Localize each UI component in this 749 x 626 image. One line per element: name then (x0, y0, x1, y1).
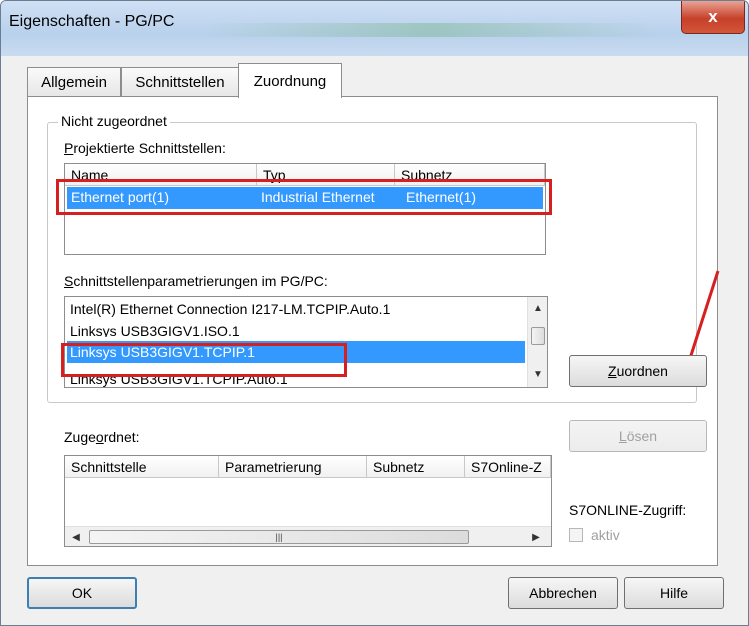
scroll-up-icon[interactable]: ▲ (528, 301, 547, 315)
list-item[interactable]: Linksys USB3GIGV1.ISO.1 (70, 323, 240, 337)
projektierte-schnittstellen-label: Projektierte Schnittstellen: (64, 140, 226, 156)
zugeordnet-label-text: Zugeordnet: (64, 429, 140, 445)
tab-panel-zuordnung: Nicht zugeordnet Projektierte Schnittste… (27, 96, 720, 566)
param-label-text: chnittstellenparametrierungen im PG/PC: (73, 273, 328, 289)
projektierte-schnittstellen-label-text: rojektierte Schnittstellen: (73, 140, 226, 156)
assigned-list-hscrollbar[interactable]: ◀ ||| ▶ (65, 526, 551, 546)
loesen-button[interactable]: Lösen (569, 420, 707, 452)
column-header-schnittstelle[interactable]: Schnittstelle (65, 456, 219, 478)
s7online-label: S7ONLINE-Zugriff: (569, 502, 687, 518)
list-item[interactable]: Intel(R) Ethernet Connection I217-LM.TCP… (70, 301, 390, 317)
aktiv-checkbox[interactable] (569, 528, 583, 542)
hscroll-thumb[interactable]: ||| (89, 530, 469, 544)
hilfe-button[interactable]: Hilfe (624, 577, 724, 609)
param-label: Schnittstellenparametrierungen im PG/PC: (64, 273, 328, 289)
zuordnen-button[interactable]: Zuordnen (569, 355, 707, 387)
ok-button[interactable]: OK (27, 577, 137, 609)
title-bar-decoration (201, 23, 661, 37)
tab-allgemein[interactable]: Allgemein (27, 67, 121, 97)
window-title: Eigenschaften - PG/PC (9, 13, 175, 30)
column-header-subnetz-assigned[interactable]: Subnetz (367, 456, 465, 478)
abbrechen-button[interactable]: Abbrechen (508, 577, 618, 609)
annotation-highlight-projected-row (56, 179, 552, 215)
param-list-scrollbar[interactable]: ▲ ▼ (527, 297, 547, 387)
column-header-parametrierung[interactable]: Parametrierung (219, 456, 367, 478)
scroll-left-icon[interactable]: ◀ (69, 530, 83, 544)
zugeordnet-label: Zugeordnet: (64, 429, 140, 445)
zuordnen-button-label: uordnen (616, 363, 668, 379)
title-bar: Eigenschaften - PG/PC x (1, 1, 748, 56)
scroll-down-icon[interactable]: ▼ (528, 367, 547, 381)
assigned-interfaces-list[interactable]: Schnittstelle Parametrierung Subnetz S7O… (64, 455, 552, 547)
loesen-button-label: ösen (626, 428, 658, 444)
aktiv-label: aktiv (591, 527, 620, 543)
group-legend-nicht-zugeordnet: Nicht zugeordnet (58, 113, 170, 129)
tab-zuordnung[interactable]: Zuordnung (238, 63, 342, 98)
annotation-highlight-param-item (61, 343, 347, 377)
tab-schnittstellen[interactable]: Schnittstellen (121, 67, 239, 97)
scroll-thumb[interactable] (531, 327, 545, 345)
scroll-right-icon[interactable]: ▶ (529, 530, 543, 544)
close-button[interactable]: x (681, 1, 745, 34)
column-header-s7online[interactable]: S7Online-Z (465, 456, 551, 478)
properties-dialog: Eigenschaften - PG/PC x Allgemein Schnit… (0, 0, 749, 626)
